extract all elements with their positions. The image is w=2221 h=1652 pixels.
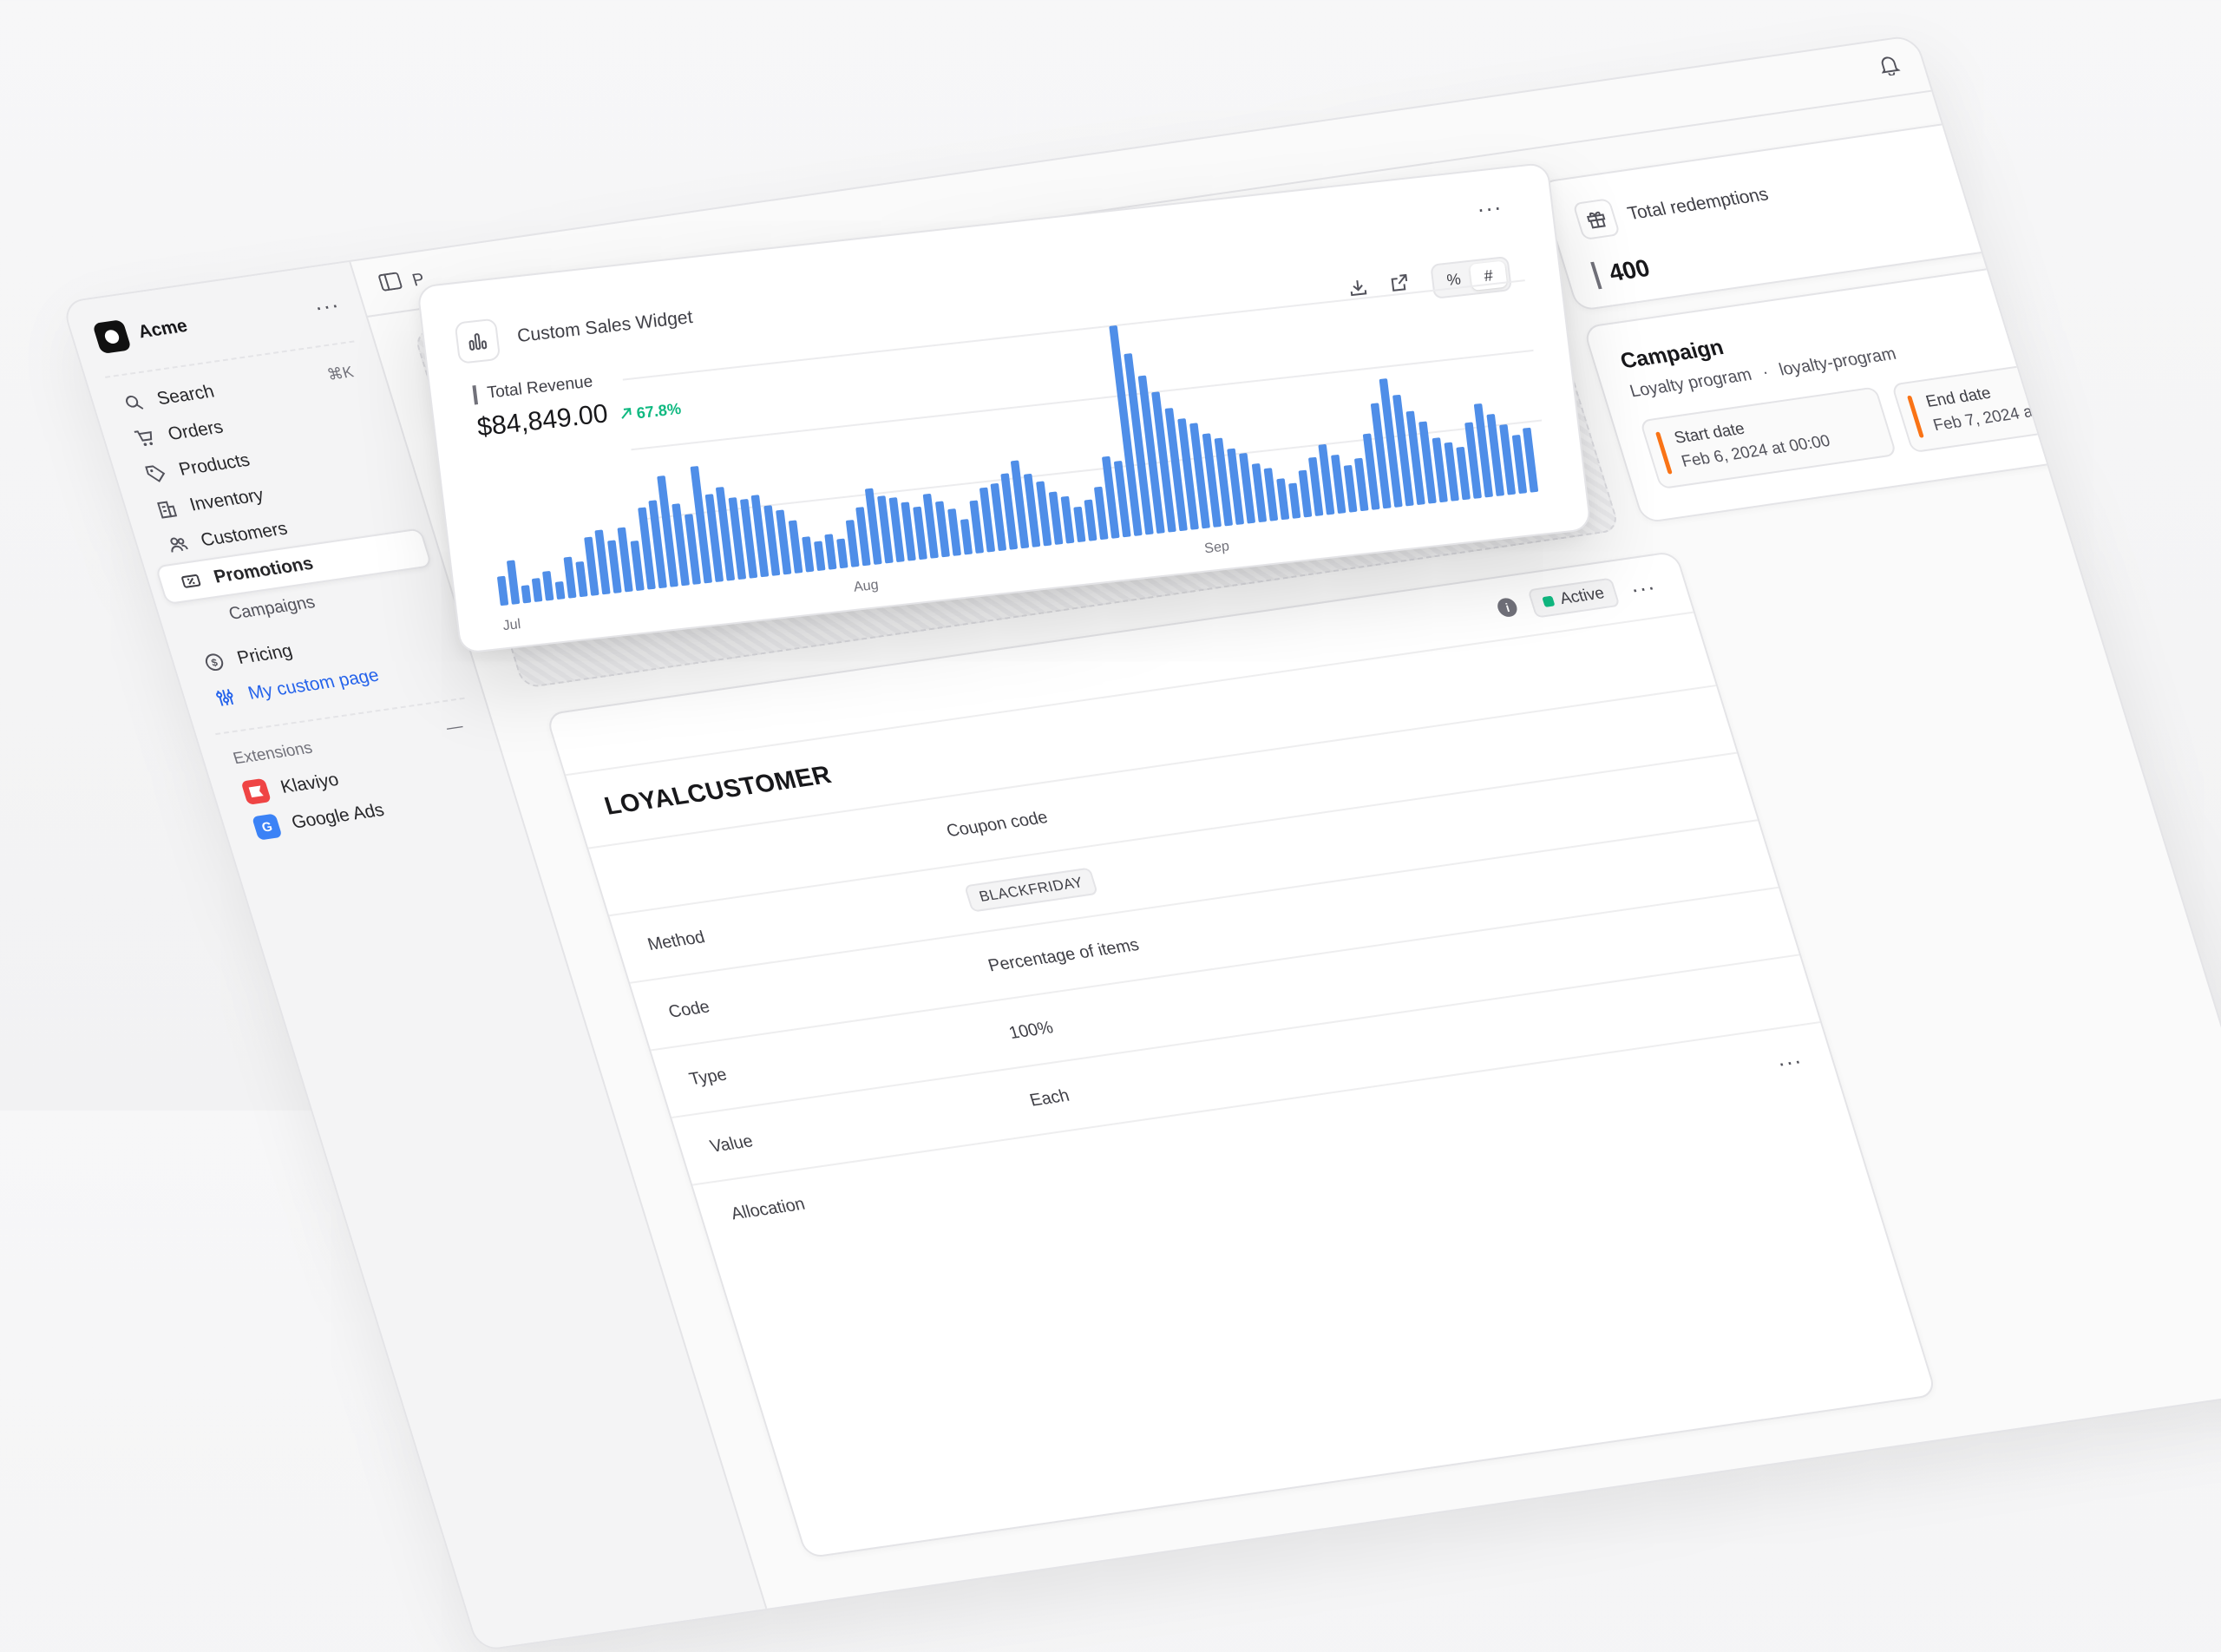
x-tick-label: Sep	[1203, 538, 1230, 556]
klaviyo-icon	[240, 777, 272, 805]
collapse-minus-icon[interactable]: —	[444, 718, 466, 738]
chart-bar[interactable]	[1073, 506, 1086, 542]
tag-icon	[143, 462, 169, 486]
end-date-box: End date Feb 7, 2024 at 00:00	[1890, 350, 2149, 454]
coupon-menu-icon[interactable]: ···	[1627, 574, 1659, 602]
chart-bar[interactable]	[607, 540, 622, 593]
chart-bar[interactable]	[969, 500, 984, 554]
sidebar-item-label: Inventory	[187, 485, 266, 515]
chart-bar[interactable]	[497, 575, 509, 606]
sidebar-item-label: Klaviyo	[278, 770, 342, 797]
bell-icon[interactable]	[1877, 54, 1903, 82]
coupon-card: i Active ··· LOYALCUSTOMER Coupon code M…	[545, 550, 1938, 1559]
chart-bar[interactable]	[507, 560, 521, 605]
cart-icon	[132, 427, 158, 450]
chart-bar[interactable]	[1343, 465, 1358, 513]
redemptions-header: Total redemptions	[1572, 133, 2072, 241]
sidebar-item-label: Pricing	[234, 640, 295, 668]
adjustments-icon	[212, 686, 238, 710]
chart-bar[interactable]	[563, 556, 577, 599]
status-label: Active	[1557, 584, 1607, 608]
chart-bar[interactable]	[824, 534, 837, 570]
breadcrumb[interactable]: P	[410, 270, 428, 291]
chart-bar-icon	[454, 318, 501, 364]
chart-bar[interactable]	[846, 520, 860, 567]
x-tick-label: Aug	[853, 577, 880, 595]
gift-icon	[1572, 198, 1622, 241]
users-icon	[165, 533, 191, 556]
chart-bar[interactable]	[960, 519, 973, 555]
google-ads-icon: G	[252, 813, 283, 841]
chart-bar[interactable]	[1060, 495, 1075, 544]
redemptions-label: Total redemptions	[1625, 184, 1772, 224]
chart-bar[interactable]	[1048, 491, 1064, 545]
chart-bar[interactable]	[521, 585, 532, 604]
workspace-menu-icon[interactable]: ···	[311, 292, 343, 320]
chart-bar[interactable]	[554, 581, 566, 600]
chart-bar[interactable]	[947, 508, 961, 556]
svg-text:$: $	[210, 656, 219, 669]
row-key	[627, 831, 947, 877]
chart-bar[interactable]	[1094, 486, 1109, 541]
campaign-separator: ·	[1759, 363, 1772, 383]
sidebar-item-label: Products	[176, 449, 252, 480]
chart-bar[interactable]	[532, 578, 543, 602]
campaign-menu-icon[interactable]: ···	[2081, 279, 2113, 307]
chart-bar[interactable]	[913, 506, 927, 560]
chart-bar[interactable]	[1288, 482, 1301, 519]
search-shortcut: ⌘K	[324, 362, 356, 384]
widget-title: Custom Sales Widget	[515, 306, 694, 347]
chart-bar[interactable]	[575, 561, 588, 598]
x-tick-label: Jul	[502, 616, 522, 633]
chart-bar[interactable]	[788, 520, 803, 574]
extensions-label: Extensions	[231, 738, 315, 769]
building-icon	[154, 497, 180, 521]
sidebar-item-label: Search	[154, 381, 217, 410]
chart-bar[interactable]	[1084, 499, 1097, 541]
allocation-menu-icon[interactable]: ···	[1773, 1047, 1805, 1076]
chart-bar[interactable]	[542, 571, 554, 601]
search-icon	[121, 391, 147, 415]
info-icon[interactable]: i	[1495, 596, 1520, 619]
sidebar-item-label: Customers	[198, 518, 291, 551]
chart-bar[interactable]	[802, 536, 815, 573]
currency-dollar-icon: $	[201, 651, 227, 674]
redemptions-body: Total redemptions 400	[1540, 106, 2119, 317]
chart-bar[interactable]	[1456, 446, 1471, 501]
widget-header: Custom Sales Widget	[454, 297, 696, 364]
chart-bar[interactable]	[1276, 478, 1290, 521]
widget-menu-icon[interactable]: ···	[1476, 193, 1504, 222]
chart-bar[interactable]	[1354, 457, 1369, 512]
status-dot	[1542, 595, 1556, 607]
chart-bar[interactable]	[1298, 469, 1313, 518]
sidebar-item-label: Orders	[165, 416, 226, 444]
chart-bar[interactable]	[836, 538, 848, 569]
workspace-name: Acme	[135, 315, 190, 343]
chart-bar[interactable]	[814, 541, 826, 571]
start-date-box: Start date Feb 6, 2024 at 00:00	[1639, 386, 1897, 490]
chart-bar[interactable]	[630, 541, 645, 591]
code-pill[interactable]: BLACKFRIDAY	[963, 867, 1099, 913]
acme-logo-icon	[92, 319, 132, 355]
campaign-title: Campaign	[1617, 335, 1727, 374]
sidebar-item-label: Google Ads	[289, 800, 387, 833]
receipt-percent-icon	[178, 570, 204, 593]
gridline	[622, 279, 1525, 381]
status-badge: Active	[1527, 577, 1621, 619]
sidebar-toggle-icon[interactable]	[377, 272, 404, 297]
sidebar-item-label: Promotions	[211, 553, 316, 587]
chart-bar[interactable]	[1263, 468, 1279, 521]
